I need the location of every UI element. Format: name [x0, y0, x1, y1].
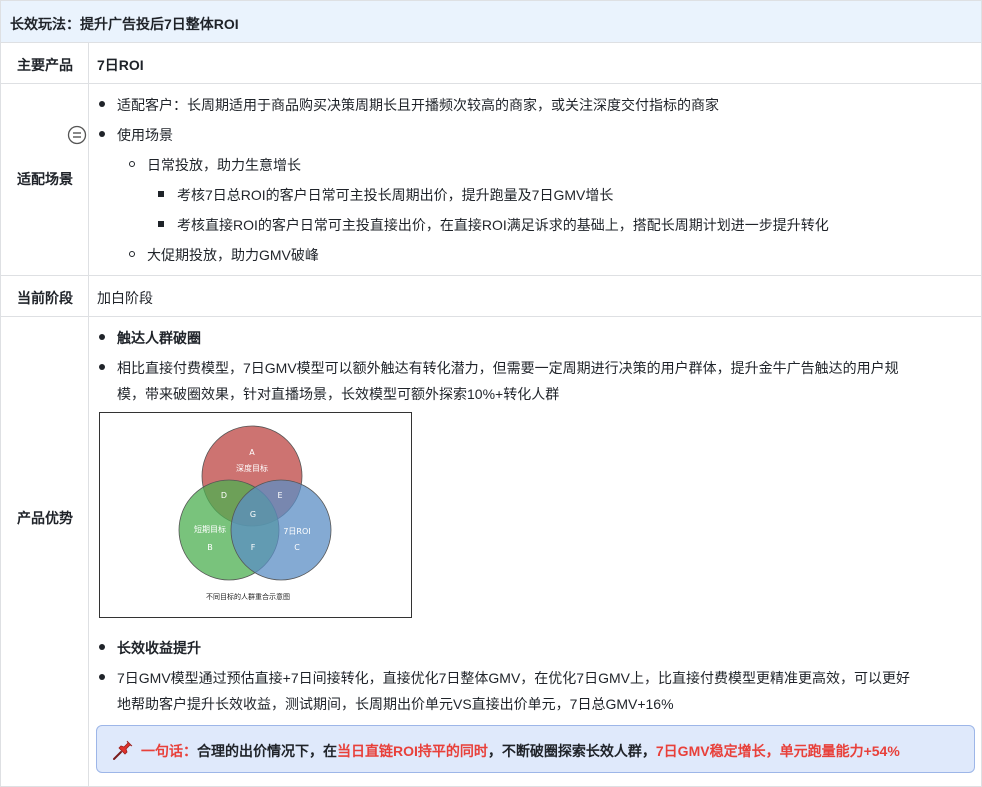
scene-sub-1: 日常投放，助力生意增长: [147, 157, 301, 173]
info-table: 长效玩法：提升广告投后7日整体ROI 主要产品 7日ROI 适配场景 适配客户：…: [0, 0, 982, 787]
stage-value: 加白阶段: [97, 290, 153, 306]
advantage-para-1-line-1: 相比直接付费模型，7日GMV模型可以额外触达有转化潜力，但需要一定周期进行决策的…: [117, 360, 899, 376]
bullet-dot: [99, 644, 105, 650]
summary-callout: 一句话：合理的出价情况下，在当日直链ROI持平的同时，不断破圈探索长效人群，7日…: [96, 725, 975, 773]
advantage-heading-2: 长效收益提升: [117, 640, 201, 656]
callout-highlight-1: 当日直链ROI持平的同时: [337, 743, 488, 759]
bullet-square: [158, 191, 164, 197]
scene-third-2: 考核直接ROI的客户日常可主投直接出价，在直接ROI满足诉求的基础上，搭配长周期…: [177, 217, 829, 233]
venn-label-c: C: [294, 543, 300, 552]
bullet-ring: [129, 161, 135, 167]
venn-diagram: A 深度目标 D E G 短期目标 7日ROI B F C 不同目标的人群重合示…: [178, 425, 332, 601]
scene-bullet-2: 使用场景: [117, 127, 173, 143]
bullet-ring: [129, 251, 135, 257]
callout-text: 一句话：合理的出价情况下，在当日直链ROI持平的同时，不断破圈探索长效人群，7日…: [141, 741, 900, 761]
advantage-label: 产品优势: [17, 510, 73, 526]
venn-label-b: B: [207, 543, 213, 552]
scene-label: 适配场景: [17, 171, 73, 187]
venn-label-deep: 深度目标: [236, 463, 268, 473]
row-scene: 适配场景 适配客户：长周期适用于商品购买决策周期长且开播频次较高的商家，或关注深…: [1, 84, 981, 276]
venn-label-f: F: [251, 543, 256, 552]
scene-third-1: 考核7日总ROI的客户日常可主投长周期出价，提升跑量及7日GMV增长: [177, 187, 614, 203]
advantage-para-1-line-2: 模，带来破圈效果，针对直播场景，长效模型可额外探索10%+转化人群: [117, 386, 560, 402]
bullet-dot: [99, 334, 105, 340]
venn-label-g: G: [250, 510, 256, 519]
table-header: 长效玩法：提升广告投后7日整体ROI: [1, 1, 981, 43]
venn-label-e: E: [277, 491, 282, 500]
advantage-para-2-line-2: 地帮助客户提升长效收益，测试期间，长周期出价单元VS直接出价单元，7日总GMV+…: [117, 696, 674, 712]
callout-part-1: 合理的出价情况下，在: [197, 743, 337, 759]
stage-label: 当前阶段: [17, 290, 73, 306]
pushpin-icon: [113, 740, 133, 760]
venn-label-d: D: [221, 491, 227, 500]
bullet-dot: [99, 101, 105, 107]
venn-label-roi7: 7日ROI: [283, 527, 310, 536]
scene-bullet-1: 适配客户：长周期适用于商品购买决策周期长且开播频次较高的商家，或关注深度交付指标…: [117, 97, 719, 113]
callout-lead: 一句话：: [141, 743, 197, 759]
advantage-heading-1: 触达人群破圈: [117, 330, 201, 346]
row-product: 主要产品 7日ROI: [1, 43, 981, 84]
bullet-square: [158, 221, 164, 227]
venn-label-short: 短期目标: [194, 524, 226, 534]
venn-caption: 不同目标的人群重合示意图: [206, 592, 290, 601]
product-label: 主要产品: [17, 57, 73, 73]
callout-highlight-2: 7日GMV稳定增长，单元跑量能力+54%: [655, 743, 900, 759]
bullet-dot: [99, 364, 105, 370]
advantage-para-2-line-1: 7日GMV模型通过预估直接+7日间接转化，直接优化7日整体GMV，在优化7日GM…: [117, 670, 910, 686]
bullet-dot: [99, 131, 105, 137]
table-title: 长效玩法：提升广告投后7日整体ROI: [10, 16, 239, 32]
venn-label-a: A: [249, 448, 255, 457]
callout-part-2: ，不断破圈探索长效人群，: [487, 743, 656, 759]
bullet-dot: [99, 674, 105, 680]
venn-diagram-image: A 深度目标 D E G 短期目标 7日ROI B F C 不同目标的人群重合示…: [99, 412, 412, 618]
row-stage: 当前阶段 加白阶段: [1, 276, 981, 317]
product-value: 7日ROI: [97, 57, 144, 73]
list-menu-icon[interactable]: [67, 125, 87, 145]
scene-sub-2: 大促期投放，助力GMV破峰: [147, 247, 319, 263]
